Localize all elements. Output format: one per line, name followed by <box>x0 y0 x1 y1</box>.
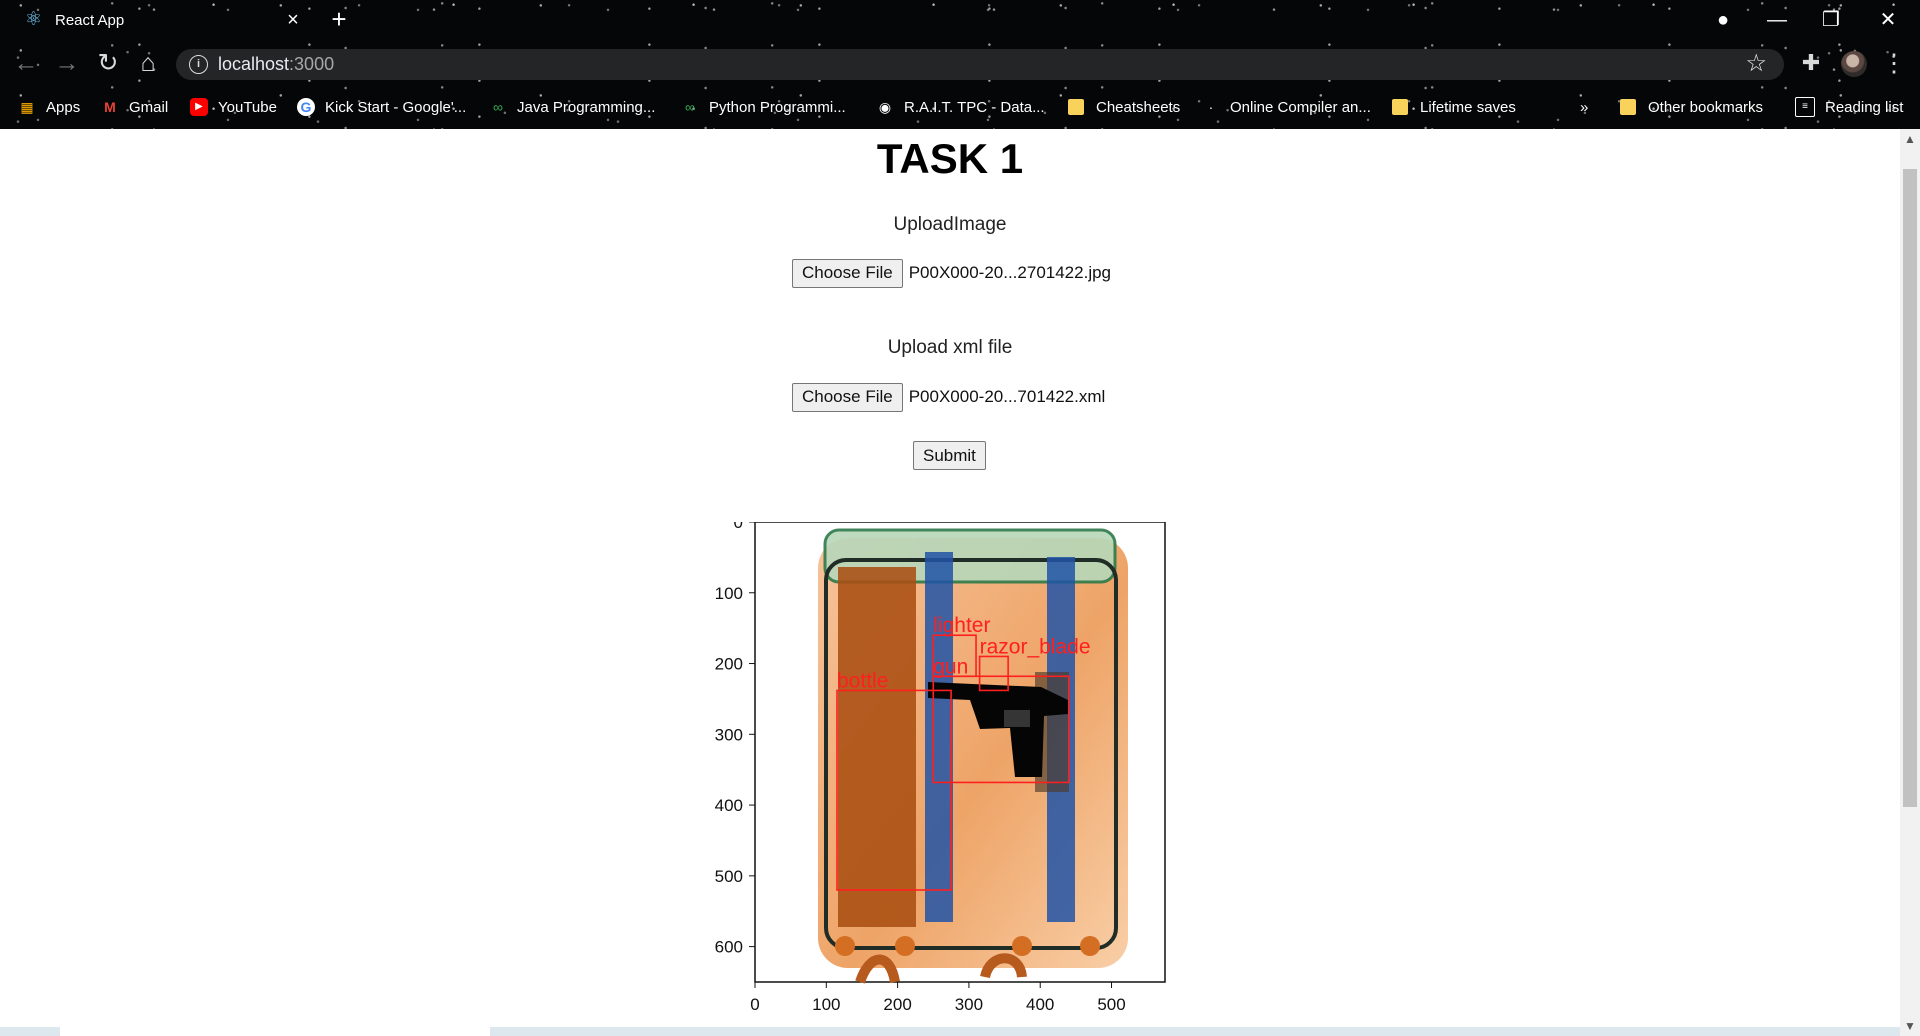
page-bottom-strip <box>0 1027 1900 1036</box>
y-tick-label: 400 <box>715 796 743 815</box>
home-icon[interactable]: ⌂ <box>134 50 162 78</box>
scroll-down-icon[interactable]: ▼ <box>1900 1016 1920 1036</box>
extension-menu-icon[interactable]: ● <box>1710 7 1736 33</box>
bookmark-star-icon[interactable]: ☆ <box>1745 51 1767 77</box>
scroll-thumb[interactable] <box>1903 169 1917 807</box>
y-tick-label: 0 <box>734 522 743 532</box>
bookmark-label: Reading list <box>1825 98 1904 116</box>
x-tick-label: 500 <box>1097 995 1125 1014</box>
y-tick-label: 300 <box>715 725 743 744</box>
bookmark-python[interactable]: ∞ Python Programmi... <box>681 95 846 119</box>
page-title: TASK 1 <box>876 135 1024 182</box>
bookmark-online-compiler[interactable]: · Online Compiler an... <box>1202 95 1371 119</box>
bookmarks-bar: ▦ Apps M Gmail ▶ YouTube G Kick Start - Goog… <box>0 84 1920 129</box>
new-tab-icon[interactable]: + <box>326 6 352 33</box>
link-icon: ∞ <box>685 99 695 115</box>
bookmark-label: R.A.I.T. TPC - Data... <box>904 98 1045 116</box>
y-tick-label: 200 <box>715 655 743 674</box>
choose-xml-file-button[interactable]: Choose File <box>792 382 903 412</box>
annotation-label-razor_blade: razor_blade <box>980 635 1091 658</box>
y-tick-label: 600 <box>715 938 743 957</box>
restore-window-icon[interactable]: ❐ <box>1818 7 1844 33</box>
bookmark-label: Kick Start - Google'... <box>325 98 467 116</box>
x-tick-label: 300 <box>955 995 983 1014</box>
x-tick-label: 400 <box>1026 995 1054 1014</box>
xml-file-input[interactable]: Choose File P00X000-20...701422.xml <box>792 382 1106 412</box>
url-port: :3000 <box>289 54 335 74</box>
bookmark-label: Cheatsheets <box>1096 98 1181 116</box>
annotated-xray-chart: 0 100 200 300 400 500 0 100 200 300 400 500 600 ligh… <box>715 522 1166 1014</box>
reading-list-icon: ≡ <box>1795 97 1815 117</box>
bookmark-gmail[interactable]: M Gmail <box>101 95 168 119</box>
x-tick-label: 200 <box>883 995 911 1014</box>
minimize-icon[interactable]: — <box>1764 7 1790 33</box>
bookmarks-overflow-button[interactable]: » <box>1580 95 1588 119</box>
gmail-icon: M <box>104 99 116 115</box>
folder-icon <box>1620 99 1636 115</box>
folder-icon <box>1068 99 1084 115</box>
forward-icon[interactable]: → <box>53 50 81 78</box>
link-icon: · <box>1208 99 1214 115</box>
bookmark-lifetime-saves[interactable]: Lifetime saves <box>1392 95 1516 119</box>
youtube-icon: ▶ <box>190 98 208 116</box>
address-bar[interactable]: i localhost:3000 ☆ <box>176 49 1784 80</box>
bookmark-other[interactable]: Other bookmarks <box>1620 95 1763 119</box>
menu-icon[interactable]: ⋮ <box>1880 50 1908 78</box>
upload-xml-label: Upload xml file <box>887 337 1013 358</box>
bookmark-label: Python Programmi... <box>709 98 846 116</box>
site-info-icon[interactable]: i <box>189 55 208 74</box>
xray-bag-image <box>818 528 1128 984</box>
close-window-icon[interactable]: ✕ <box>1875 7 1901 33</box>
browser-tab[interactable]: ⚛ React App × <box>0 0 310 44</box>
bookmark-label: Gmail <box>129 98 169 116</box>
google-icon: G <box>297 98 315 116</box>
bookmark-reading-list[interactable]: ≡ Reading list <box>1795 95 1903 119</box>
folder-icon <box>1392 99 1408 115</box>
back-icon[interactable]: ← <box>12 50 40 78</box>
react-icon: ⚛ <box>25 9 43 30</box>
x-tick-label: 0 <box>750 995 759 1014</box>
vertical-scrollbar[interactable]: ▲ ▼ <box>1900 129 1920 1036</box>
browser-toolbar: ← → ↻ ⌂ i localhost:3000 ☆ ✚ ⋮ <box>0 44 1920 84</box>
url-host: localhost <box>218 54 290 74</box>
annotation-label-lighter: lighter <box>933 614 990 637</box>
bookmark-youtube[interactable]: ▶ YouTube <box>190 95 277 119</box>
tab-title: React App <box>55 12 125 29</box>
bookmark-label: Online Compiler an... <box>1230 98 1371 116</box>
bookmark-apps[interactable]: ▦ Apps <box>18 95 80 119</box>
website-icon: ◉ <box>878 99 892 115</box>
x-tick-label: 100 <box>812 995 840 1014</box>
bookmark-label: YouTube <box>218 98 277 116</box>
choose-image-file-button[interactable]: Choose File <box>792 258 903 288</box>
bookmark-java[interactable]: ∞ Java Programming... <box>489 95 655 119</box>
browser-chrome: ⚛ React App × + ● — ❐ ✕ ← → ↻ ⌂ i localh… <box>0 0 1920 129</box>
bookmark-rait[interactable]: ◉ R.A.I.T. TPC - Data... <box>876 95 1045 119</box>
annotation-label-gun: gun <box>933 655 968 678</box>
xml-file-name: P00X000-20...701422.xml <box>908 387 1106 406</box>
profile-avatar[interactable] <box>1841 51 1867 77</box>
bookmark-kick-start[interactable]: G Kick Start - Google'... <box>297 95 466 119</box>
overflow-label: » <box>1580 98 1589 116</box>
image-file-name: P00X000-20...2701422.jpg <box>908 263 1112 282</box>
extensions-icon[interactable]: ✚ <box>1797 50 1825 78</box>
bookmark-label: Lifetime saves <box>1420 98 1516 116</box>
link-icon: ∞ <box>493 99 503 115</box>
bookmark-label: Apps <box>46 98 81 116</box>
bookmark-cheatsheets[interactable]: Cheatsheets <box>1068 95 1180 119</box>
submit-button[interactable]: Submit <box>913 441 986 470</box>
bookmark-label: Other bookmarks <box>1648 98 1764 116</box>
y-tick-label: 500 <box>715 867 743 886</box>
scroll-up-icon[interactable]: ▲ <box>1900 129 1920 149</box>
image-file-input[interactable]: Choose File P00X000-20...2701422.jpg <box>792 258 1112 288</box>
reload-icon[interactable]: ↻ <box>94 50 122 78</box>
upload-image-label: UploadImage <box>893 214 1007 235</box>
tab-bar: ⚛ React App × + ● — ❐ ✕ <box>0 0 1920 44</box>
page-content: TASK 1 UploadImage Choose File P00X000-2… <box>0 129 1900 1036</box>
annotation-label-bottle: bottle <box>837 669 888 692</box>
apps-icon: ▦ <box>20 99 34 115</box>
close-tab-icon[interactable]: × <box>282 9 304 31</box>
y-tick-label: 100 <box>715 584 743 603</box>
url-text[interactable]: localhost:3000 <box>218 54 334 75</box>
bookmark-label: Java Programming... <box>517 98 656 116</box>
